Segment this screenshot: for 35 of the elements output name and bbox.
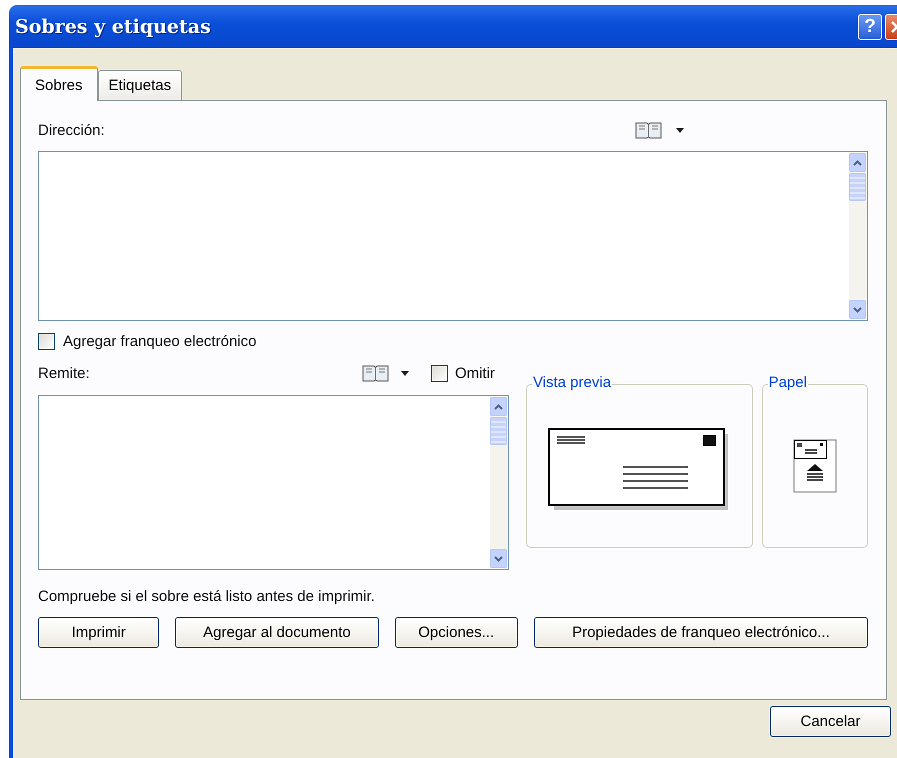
chevron-up-icon	[494, 404, 503, 410]
chevron-down-icon	[494, 556, 503, 562]
scroll-down-button[interactable]	[849, 300, 866, 319]
scroll-up-button[interactable]	[490, 397, 507, 416]
envelope-preview-drawing[interactable]	[548, 428, 730, 512]
group-title: Papel	[768, 374, 808, 391]
action-button[interactable]: Propiedades de franqueo electrónico...	[534, 617, 868, 648]
action-button[interactable]: Agregar al documento	[175, 617, 379, 648]
tab[interactable]: Etiquetas	[98, 70, 182, 100]
scroll-up-button[interactable]	[849, 153, 866, 172]
scrollbar-thumb[interactable]	[490, 417, 507, 445]
checkbox[interactable]	[430, 364, 448, 382]
dropdown-arrow-icon[interactable]	[676, 128, 684, 132]
checkbox-label: Omitir	[454, 364, 495, 382]
return-address-label: Remite:	[38, 364, 90, 382]
address-label: Dirección:	[38, 122, 105, 138]
tab[interactable]: Sobres	[20, 66, 98, 101]
scroll-down-button[interactable]	[490, 549, 507, 568]
dropdown-arrow-icon[interactable]	[400, 370, 409, 376]
group-title: Vista previa	[532, 374, 612, 391]
note-text: Compruebe si el sobre está listo antes de imprimir.	[38, 588, 376, 605]
checkbox-label: Agregar franqueo electrónico	[63, 333, 256, 350]
checkbox[interactable]	[38, 333, 55, 350]
window-title: Sobres y etiquetas	[15, 16, 211, 38]
address-field[interactable]	[38, 151, 868, 321]
envelope-feed-icon[interactable]	[792, 439, 837, 493]
action-button[interactable]: Imprimir	[38, 617, 160, 648]
book-icon[interactable]	[362, 364, 389, 382]
book-icon[interactable]	[634, 121, 662, 139]
cancel-button[interactable]: Cancelar	[770, 706, 891, 737]
action-button[interactable]: Opciones...	[394, 617, 518, 648]
chevron-down-icon	[853, 306, 862, 312]
scrollbar-thumb[interactable]	[849, 173, 866, 201]
chevron-up-icon	[853, 160, 862, 166]
return-address-field[interactable]	[38, 395, 509, 570]
